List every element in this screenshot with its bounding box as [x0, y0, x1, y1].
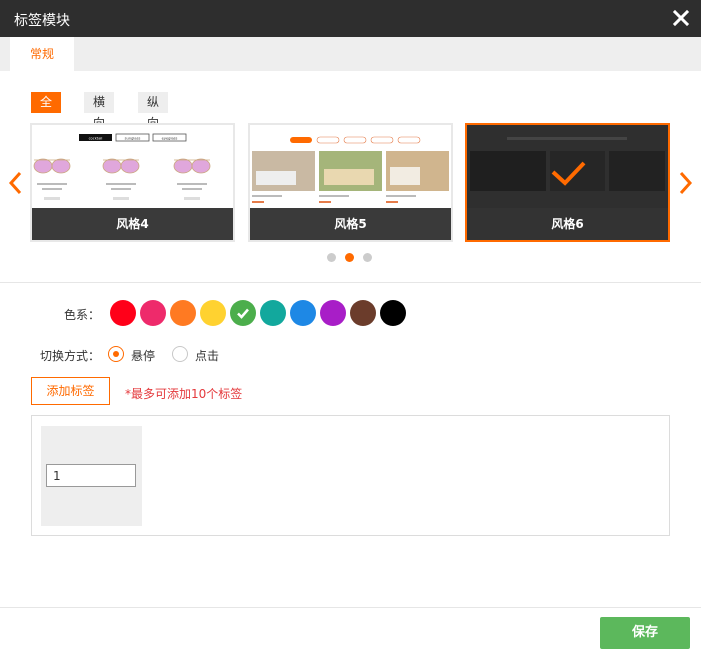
style-6-thumbnail	[467, 125, 668, 210]
tag-name-input[interactable]	[46, 464, 136, 487]
style-4-thumb-tab-1: cocktail	[89, 137, 103, 141]
tab-general[interactable]: 常规	[10, 37, 74, 71]
style-4-thumb-tab-2: sunglass	[125, 137, 141, 141]
tag-limit-hint: *最多可添加10个标签	[125, 387, 243, 401]
style-4-thumb-tab-3: eyeglass	[162, 137, 178, 141]
color-swatch[interactable]	[260, 300, 286, 326]
close-icon[interactable]	[671, 8, 691, 28]
style-card-5[interactable]: 风格5	[248, 123, 453, 242]
radio-click[interactable]	[172, 346, 188, 362]
radio-hover[interactable]	[108, 346, 124, 362]
color-swatch[interactable]	[350, 300, 376, 326]
carousel-dot-1[interactable]	[327, 253, 336, 262]
style-4-thumbnail: cocktail sunglass eyeglass	[32, 125, 233, 210]
style-card-4[interactable]: cocktail sunglass eyeglass 风格4	[30, 123, 235, 242]
save-button[interactable]: 保存	[600, 617, 690, 649]
tag-list-panel	[31, 415, 670, 536]
dialog-title: 标签模块	[14, 13, 70, 29]
color-scheme-label: 色系：	[64, 308, 101, 322]
color-swatch[interactable]	[380, 300, 406, 326]
color-swatch[interactable]	[230, 300, 256, 326]
check-icon	[237, 308, 249, 319]
style-5-thumbnail	[250, 125, 451, 210]
style-card-label: 风格4	[32, 208, 233, 240]
color-swatch[interactable]	[170, 300, 196, 326]
footer-divider	[0, 607, 701, 608]
switch-mode-label: 切换方式：	[40, 349, 101, 363]
style-card-6[interactable]: 风格6	[465, 123, 670, 242]
color-swatch[interactable]	[290, 300, 316, 326]
style-card-label: 风格5	[250, 208, 451, 240]
radio-hover-label: 悬停	[131, 349, 156, 363]
color-swatch[interactable]	[200, 300, 226, 326]
dialog-titlebar: 标签模块	[0, 0, 701, 37]
radio-click-label: 点击	[195, 349, 220, 363]
tag-item	[41, 426, 142, 526]
filter-horizontal[interactable]: 横向	[84, 92, 115, 130]
color-swatch[interactable]	[140, 300, 166, 326]
section-divider	[0, 282, 701, 283]
filter-vertical[interactable]: 纵向	[138, 92, 169, 130]
chevron-right-icon[interactable]	[675, 168, 695, 198]
tab-bar: 常规	[0, 37, 701, 71]
filter-all[interactable]: 全部	[31, 92, 62, 130]
color-swatch[interactable]	[320, 300, 346, 326]
color-swatch[interactable]	[110, 300, 136, 326]
style-card-label: 风格6	[467, 208, 668, 240]
carousel-dot-3[interactable]	[363, 253, 372, 262]
chevron-left-icon[interactable]	[6, 168, 26, 198]
add-tag-button[interactable]: 添加标签	[31, 377, 110, 405]
carousel-dot-2[interactable]	[345, 253, 354, 262]
